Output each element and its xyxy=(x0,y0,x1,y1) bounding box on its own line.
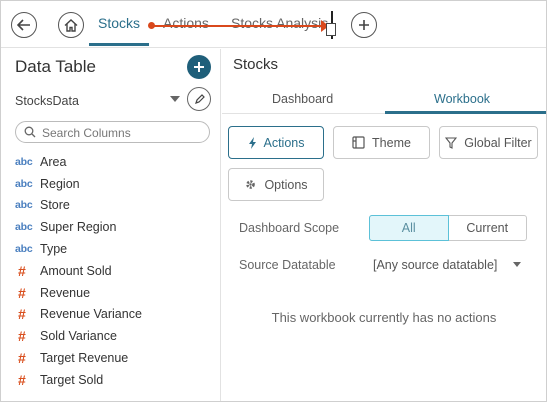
arrow-left-icon xyxy=(17,19,30,31)
list-item[interactable]: abc Region xyxy=(15,173,215,195)
panel-title: Stocks xyxy=(233,56,279,73)
data-table-title: Data Table xyxy=(15,57,96,76)
text-type-icon: abc xyxy=(15,199,33,212)
dashboard-scope-toggle: All Current xyxy=(369,215,527,241)
gear-icon xyxy=(244,178,257,191)
workbook-panel: Stocks Dashboard Workbook Actions Theme … xyxy=(222,49,546,401)
list-item[interactable]: # Target Sold xyxy=(15,369,215,391)
numeric-type-icon: # xyxy=(18,371,26,388)
theme-button[interactable]: Theme xyxy=(333,126,430,159)
global-filter-label: Global Filter xyxy=(464,135,532,150)
drag-start-dot xyxy=(148,22,155,29)
scope-option-all[interactable]: All xyxy=(369,215,449,241)
edit-datasource-button[interactable] xyxy=(187,87,211,111)
column-name: Region xyxy=(40,176,80,191)
column-name: Area xyxy=(40,154,67,169)
tab-actions[interactable]: Actions xyxy=(163,15,209,31)
back-button[interactable] xyxy=(11,12,37,38)
text-type-icon: abc xyxy=(15,243,33,256)
app-window: Stocks Actions Stocks Analysis Data Tabl… xyxy=(0,0,547,402)
home-button[interactable] xyxy=(58,12,84,38)
source-datatable-label: Source Datatable xyxy=(239,258,336,272)
add-column-button[interactable] xyxy=(187,55,211,79)
search-input[interactable] xyxy=(42,124,202,141)
column-list: abc Area abc Region abc Store abc Super Regi… xyxy=(15,151,215,391)
numeric-type-icon: # xyxy=(18,284,26,301)
home-icon xyxy=(64,18,78,32)
list-item[interactable]: # Revenue xyxy=(15,282,215,304)
actions-label: Actions xyxy=(263,135,305,150)
actions-button[interactable]: Actions xyxy=(228,126,324,159)
lightning-icon xyxy=(248,136,257,149)
list-item[interactable]: # Revenue Variance xyxy=(15,304,215,326)
numeric-type-icon: # xyxy=(18,350,26,367)
source-datatable-select[interactable]: [Any source datatable] xyxy=(373,258,497,272)
dashboard-scope-label: Dashboard Scope xyxy=(239,221,340,235)
column-name: Amount Sold xyxy=(40,263,112,278)
tab-stocks-analysis[interactable]: Stocks Analysis xyxy=(231,15,329,31)
column-name: Revenue Variance xyxy=(40,307,142,322)
column-name: Type xyxy=(40,242,68,257)
tab-workbook[interactable]: Workbook xyxy=(434,92,490,106)
search-icon xyxy=(24,126,36,138)
column-name: Target Revenue xyxy=(40,351,129,366)
options-button[interactable]: Options xyxy=(228,168,324,201)
numeric-type-icon: # xyxy=(18,306,26,323)
text-type-icon: abc xyxy=(15,177,33,190)
column-name: Super Region xyxy=(40,220,117,235)
column-name: Target Sold xyxy=(40,372,104,387)
chevron-down-icon[interactable] xyxy=(513,262,521,267)
pencil-icon xyxy=(194,93,205,104)
add-tab-button[interactable] xyxy=(351,12,377,38)
list-item[interactable]: # Sold Variance xyxy=(15,325,215,347)
numeric-type-icon: # xyxy=(18,328,26,345)
theme-icon xyxy=(352,136,365,149)
filter-icon xyxy=(445,136,458,149)
active-tab-indicator xyxy=(89,43,149,46)
global-filter-button[interactable]: Global Filter xyxy=(439,126,538,159)
drag-document-cursor-icon xyxy=(326,23,336,36)
datasource-name: StocksData xyxy=(15,94,79,108)
column-name: Sold Variance xyxy=(40,329,117,344)
plus-icon xyxy=(194,62,204,72)
tab-dashboard[interactable]: Dashboard xyxy=(272,92,333,106)
empty-state-message: This workbook currently has no actions xyxy=(271,310,497,325)
panel-tabs: Dashboard Workbook xyxy=(222,85,546,114)
numeric-type-icon: # xyxy=(18,262,26,279)
tab-stocks[interactable]: Stocks xyxy=(98,15,140,31)
list-item[interactable]: # Target Revenue xyxy=(15,347,215,369)
list-item[interactable]: abc Super Region xyxy=(15,216,215,238)
datasource-dropdown-icon[interactable] xyxy=(170,96,180,102)
text-type-icon: abc xyxy=(15,155,33,168)
data-table-panel: Data Table StocksData abc Area abc Region … xyxy=(1,49,221,401)
list-item[interactable]: abc Type xyxy=(15,238,215,260)
column-name: Revenue xyxy=(40,285,91,300)
theme-label: Theme xyxy=(372,135,411,150)
scope-option-current[interactable]: Current xyxy=(449,216,527,240)
options-label: Options xyxy=(264,177,308,192)
list-item[interactable]: # Amount Sold xyxy=(15,260,215,282)
plus-icon xyxy=(359,20,369,30)
list-item[interactable]: abc Store xyxy=(15,195,215,217)
drag-path-line xyxy=(151,25,329,27)
list-item[interactable]: abc Area xyxy=(15,151,215,173)
text-type-icon: abc xyxy=(15,221,33,234)
search-columns[interactable] xyxy=(15,121,210,143)
active-tab-indicator xyxy=(385,111,546,114)
column-name: Store xyxy=(40,198,70,213)
top-bar: Stocks Actions Stocks Analysis xyxy=(1,1,546,48)
